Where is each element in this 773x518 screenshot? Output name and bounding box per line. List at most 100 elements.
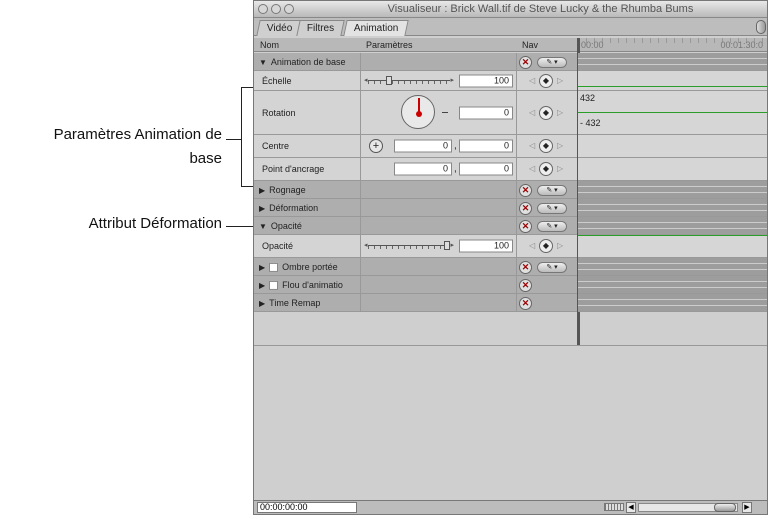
keyframe-nav: ◁ ◆ ▷ [526,139,570,153]
callout-leader-1 [226,139,242,140]
next-keyframe-icon[interactable]: ▷ [557,141,563,150]
zoom-slider[interactable] [604,503,624,511]
timeline-row [578,217,767,235]
next-keyframe-icon[interactable]: ▷ [557,241,563,250]
pencil-menu-icon[interactable]: ✎ ▾ [537,57,567,68]
timeline-row [578,71,767,91]
ancrage-y-field[interactable]: 0 [459,162,513,176]
window-title: Visualiseur : Brick Wall.tif de Steve Lu… [387,3,694,15]
prev-keyframe-icon[interactable]: ◁ [529,76,535,85]
keyframe-diamond-icon[interactable]: ◆ [539,239,553,253]
param-label: Centre [262,141,290,151]
group-rognage[interactable]: ▶ Rognage ✕ ✎ ▾ [254,181,577,199]
centre-y-field[interactable]: 0 [459,139,513,153]
group-label: Time Remap [269,297,321,308]
group-flou-animation[interactable]: ▶ Flou d'animatio ✕ [254,276,577,294]
pencil-menu-icon[interactable]: ✎ ▾ [537,203,567,214]
param-row-centre: Centre + 0 , 0 ◁ ◆ ▷ [254,135,577,158]
echelle-slider[interactable]: ◂ ▸ [364,75,454,87]
bottom-bar: 00:00:00:00 ◀ ▶ [254,500,767,514]
reset-x-icon[interactable]: ✕ [519,56,532,69]
keyframe-nav: ◁ ◆ ▷ [526,73,570,88]
pencil-menu-icon[interactable]: ✎ ▾ [537,262,567,273]
disclosure-closed-icon[interactable]: ▶ [259,204,265,213]
reset-x-icon[interactable]: ✕ [519,261,532,274]
keyframe-nav: ◁ ◆ ▷ [526,162,570,176]
disclosure-open-icon[interactable]: ▼ [259,58,267,67]
param-label: Opacité [262,241,294,251]
timeline-row [578,235,767,258]
scroll-right-icon[interactable]: ▶ [742,502,752,513]
timeline-row [578,53,767,71]
disclosure-closed-icon[interactable]: ▶ [259,299,265,308]
prev-keyframe-icon[interactable]: ◁ [529,241,535,250]
timeline-row [578,258,767,276]
prev-keyframe-icon[interactable]: ◁ [529,108,535,117]
next-keyframe-icon[interactable]: ▷ [557,164,563,173]
group-opacite[interactable]: ▼ Opacité ✕ ✎ ▾ [254,217,577,235]
callout-leader-2 [226,226,256,227]
next-keyframe-icon[interactable]: ▷ [557,108,563,117]
keyframe-timeline[interactable]: 432 - 432 [578,53,767,345]
opacite-value-field[interactable]: 100 [459,239,513,253]
timeline-row [578,276,767,294]
toolbar-toggle-button[interactable] [756,20,766,34]
column-nav: Nav [522,40,539,50]
reset-x-icon[interactable]: ✕ [519,279,532,292]
group-ombre-portee[interactable]: ▶ Ombre portée ✕ ✎ ▾ [254,258,577,276]
enable-checkbox[interactable] [269,262,279,272]
prev-keyframe-icon[interactable]: ◁ [529,141,535,150]
group-time-remap[interactable]: ▶ Time Remap ✕ [254,294,577,312]
keyframe-diamond-icon[interactable]: ◆ [539,73,553,88]
keyframe-diamond-icon[interactable]: ◆ [539,139,553,153]
next-keyframe-icon[interactable]: ▷ [557,76,563,85]
scroll-left-icon[interactable]: ◀ [626,502,636,513]
group-animation-base[interactable]: ▼ Animation de base ✕ ✎ ▾ [254,53,577,71]
reset-x-icon[interactable]: ✕ [519,202,532,215]
param-row-opacite: Opacité ◂ ▸ 100 ◁ ◆ ▷ [254,235,577,258]
pencil-menu-icon[interactable]: ✎ ▾ [537,221,567,232]
parameter-list: ▼ Animation de base ✕ ✎ ▾ Échelle ◂ ▸ 100 … [254,53,577,312]
ancrage-x-field[interactable]: 0 [394,162,452,176]
timecode-field[interactable]: 00:00:00:00 [257,502,357,513]
disclosure-open-icon[interactable]: ▼ [259,222,267,231]
disclosure-closed-icon[interactable]: ▶ [259,280,265,289]
group-label: Ombre portée [282,261,338,272]
reset-x-icon[interactable]: ✕ [519,184,532,197]
rotation-dial[interactable] [401,95,435,129]
echelle-value-field[interactable]: 100 [459,74,513,87]
scroll-thumb[interactable] [714,503,736,512]
crosshair-plus-icon[interactable]: + [369,139,383,153]
disclosure-closed-icon[interactable]: ▶ [259,186,265,195]
time-end: 00:01:30:0 [720,40,763,50]
callout-deformation: Attribut Déformation [88,215,222,232]
tab-animation[interactable]: Animation [343,20,410,36]
centre-x-field[interactable]: 0 [394,139,452,153]
prev-keyframe-icon[interactable]: ◁ [529,164,535,173]
reset-x-icon[interactable]: ✕ [519,220,532,233]
timeline-row [578,199,767,217]
tab-filtres[interactable]: Filtres [296,20,345,36]
param-row-point-ancrage: Point d'ancrage 0 , 0 ◁ ◆ ▷ [254,158,577,181]
keyframe-diamond-icon[interactable]: ◆ [539,162,553,176]
callout-line-2: base [189,150,222,167]
pencil-menu-icon[interactable]: ✎ ▾ [537,185,567,196]
param-label: Point d'ancrage [262,164,325,174]
param-row-echelle: Échelle ◂ ▸ 100 ◁ ◆ ▷ [254,71,577,91]
group-deformation[interactable]: ▶ Déformation ✕ ✎ ▾ [254,199,577,217]
callout-line-1: Paramètres Animation de [53,126,222,143]
rotation-max-label: 432 [580,93,596,103]
column-name: Nom [260,40,280,50]
rotation-value-field[interactable]: 0 [459,106,513,119]
group-label: Opacité [270,220,302,231]
param-label: Rotation [262,107,296,118]
reset-x-icon[interactable]: ✕ [519,297,532,310]
param-row-rotation: Rotation 0 ◁ ◆ ▷ [254,91,577,135]
column-header: Nom Paramètres Nav 00:00 00:01:30:0 [254,38,767,52]
callout-params-animation: Paramètres Animation de base [0,123,222,171]
opacite-slider[interactable]: ◂ ▸ [364,240,454,252]
disclosure-closed-icon[interactable]: ▶ [259,262,265,271]
group-label: Déformation [269,202,319,213]
keyframe-diamond-icon[interactable]: ◆ [539,105,553,120]
enable-checkbox[interactable] [269,280,279,290]
